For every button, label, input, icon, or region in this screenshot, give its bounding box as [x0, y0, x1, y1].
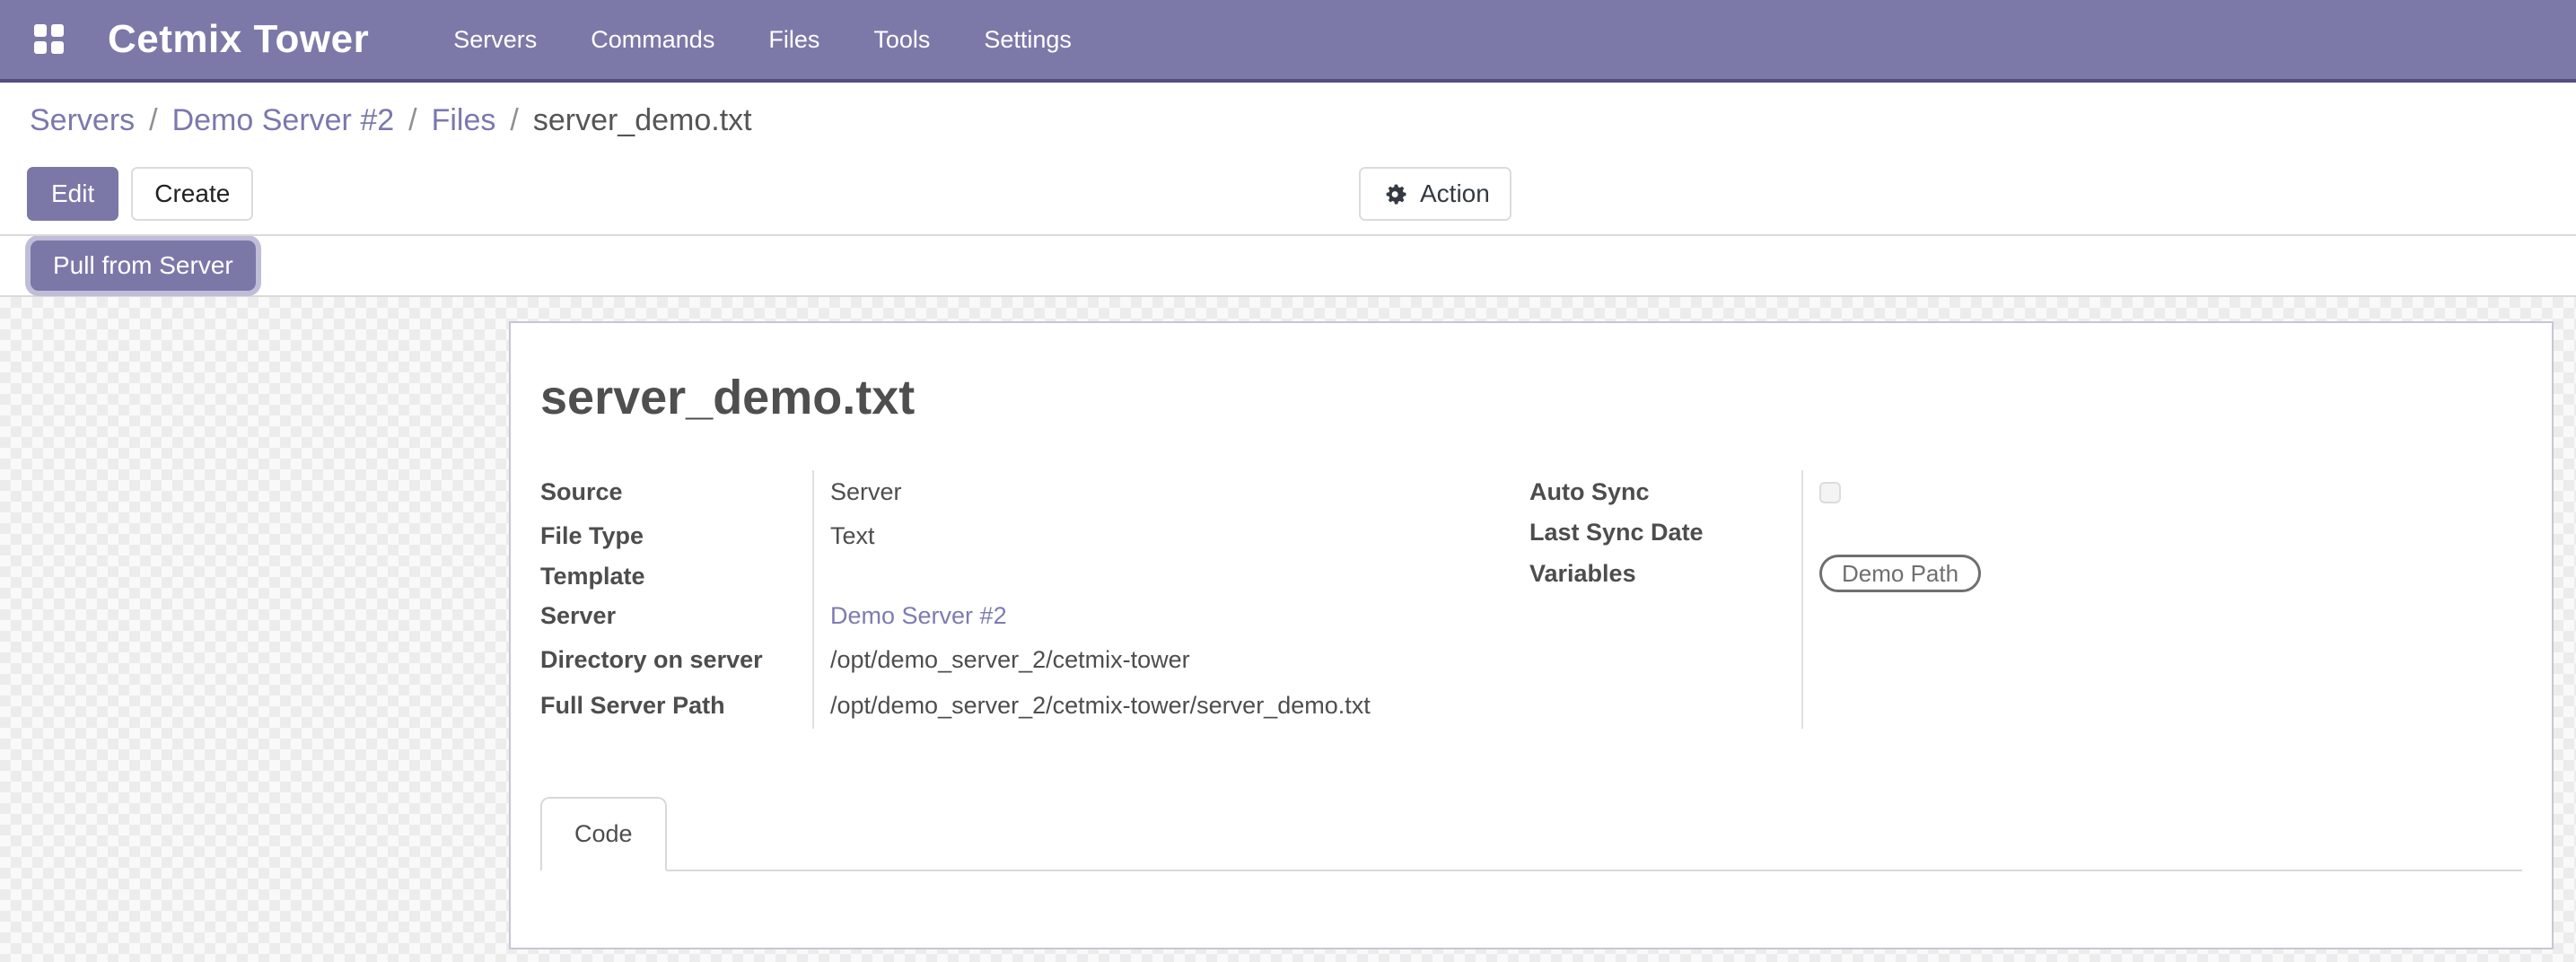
field-label-last-sync-date: Last Sync Date: [1529, 514, 1801, 550]
auto-sync-checkbox[interactable]: [1819, 482, 1841, 503]
nav-item-settings[interactable]: Settings: [957, 0, 1099, 79]
breadcrumb-separator: /: [408, 103, 416, 138]
app-brand[interactable]: Cetmix Tower: [108, 17, 369, 62]
labels-column: Auto Sync Last Sync Date Variables: [1529, 470, 1801, 729]
field-label-template: Template: [540, 558, 812, 594]
labels-column: Source File Type Template Server Directo…: [540, 470, 812, 729]
field-label-server: Server: [540, 594, 812, 638]
breadcrumb-link-servers[interactable]: Servers: [30, 103, 135, 138]
breadcrumb-current: server_demo.txt: [533, 103, 752, 138]
breadcrumb: Servers / Demo Server #2 / Files / serve…: [0, 83, 2576, 153]
field-value-server-link[interactable]: Demo Server #2: [830, 602, 1007, 630]
values-column: Server Text Demo Server #2 /opt/demo_ser…: [812, 470, 1529, 729]
field-group-left: Source File Type Template Server Directo…: [540, 470, 1529, 761]
nav-item-files[interactable]: Files: [741, 0, 846, 79]
action-dropdown-button[interactable]: Action: [1359, 167, 1511, 221]
create-button[interactable]: Create: [131, 167, 253, 221]
gear-icon: [1380, 179, 1409, 208]
field-label-full-server-path: Full Server Path: [540, 682, 812, 729]
values-column: Demo Path: [1801, 470, 2519, 729]
nav-item-tools[interactable]: Tools: [846, 0, 957, 79]
field-label-variables: Variables: [1529, 550, 1801, 597]
breadcrumb-separator: /: [149, 103, 157, 138]
field-label-source: Source: [540, 470, 812, 514]
field-label-directory-on-server: Directory on server: [540, 638, 812, 682]
variable-tag-demo-path: Demo Path: [1819, 555, 1981, 592]
grid-icon: [34, 24, 47, 37]
edit-button[interactable]: Edit: [27, 167, 118, 221]
field-value-full-server-path: /opt/demo_server_2/cetmix-tower/server_d…: [830, 682, 1529, 729]
tab-code[interactable]: Code: [540, 797, 667, 871]
field-value-last-sync-date: [1819, 514, 2519, 550]
field-groups: Source File Type Template Server Directo…: [540, 470, 2522, 761]
field-group-right: Auto Sync Last Sync Date Variables Demo …: [1529, 470, 2519, 761]
field-value-file-type: Text: [830, 514, 1529, 558]
grid-icon: [51, 41, 64, 54]
pull-from-server-button[interactable]: Pull from Server: [31, 240, 256, 291]
field-value-template: [830, 558, 1529, 594]
field-label-file-type: File Type: [540, 514, 812, 558]
statusbar: Pull from Server: [0, 236, 2576, 297]
field-label-auto-sync: Auto Sync: [1529, 470, 1801, 514]
grid-icon: [51, 24, 64, 37]
main-menu: Servers Commands Files Tools Settings: [426, 0, 1099, 79]
breadcrumb-link-files[interactable]: Files: [432, 103, 496, 138]
page-title: server_demo.txt: [540, 370, 2522, 425]
notebook-tabs: Code: [540, 797, 2522, 871]
grid-icon: [34, 41, 47, 54]
breadcrumb-link-demo-server-2[interactable]: Demo Server #2: [172, 103, 395, 138]
field-value-source: Server: [830, 470, 1529, 514]
top-navbar: Cetmix Tower Servers Commands Files Tool…: [0, 0, 2576, 83]
field-value-directory-on-server: /opt/demo_server_2/cetmix-tower: [830, 638, 1529, 682]
nav-item-commands[interactable]: Commands: [564, 0, 741, 79]
nav-item-servers[interactable]: Servers: [426, 0, 564, 79]
form-sheet: server_demo.txt Source File Type Templat…: [509, 321, 2554, 949]
apps-menu-button[interactable]: [34, 24, 65, 55]
content-area: server_demo.txt Source File Type Templat…: [0, 297, 2576, 962]
breadcrumb-separator: /: [510, 103, 518, 138]
action-button-label: Action: [1420, 179, 1490, 208]
control-panel: Edit Create Action: [0, 153, 2576, 236]
